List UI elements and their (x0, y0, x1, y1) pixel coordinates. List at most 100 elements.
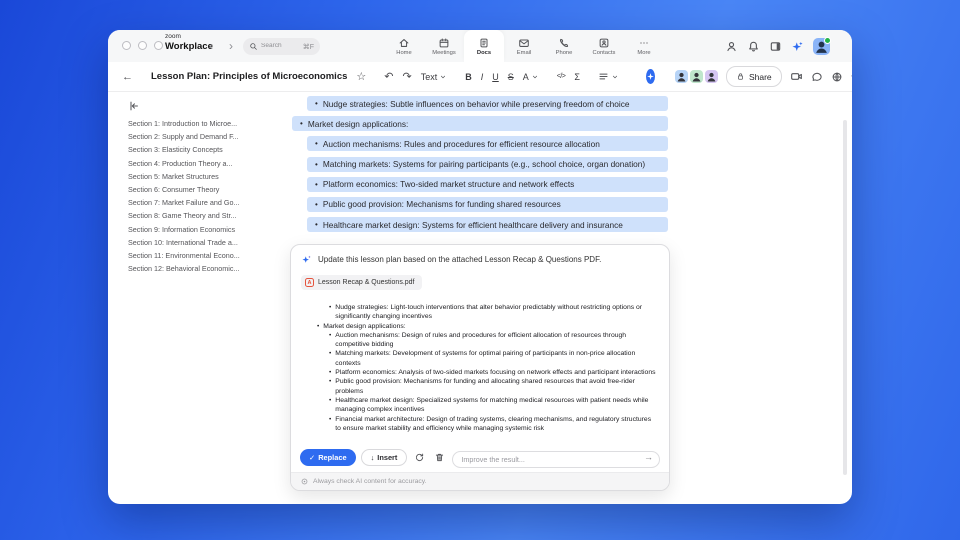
window-minimize-button[interactable] (138, 41, 147, 50)
window-controls (122, 41, 163, 50)
ai-prompt-text: Update this lesson plan based on the att… (318, 255, 602, 264)
outline-section-link[interactable]: Section 6: Consumer Theory (128, 183, 280, 196)
tab-home[interactable]: Home (384, 30, 424, 62)
redo-icon[interactable]: ↷ (402, 70, 411, 83)
ai-companion-button[interactable] (645, 69, 655, 84)
doc-highlight-line[interactable]: Auction mechanisms: Rules and procedures… (307, 136, 668, 152)
formula-button[interactable]: Σ (574, 72, 580, 82)
ai-response-text: Matching markets: Development of systems… (335, 350, 636, 367)
pdf-icon: A (305, 278, 314, 287)
tab-home-label: Home (396, 49, 412, 56)
collapse-sidebar-icon[interactable] (128, 100, 140, 112)
outline-section-link[interactable]: Section 9: Information Economics (128, 223, 280, 236)
tab-email[interactable]: Email (504, 30, 544, 62)
favorite-star-icon[interactable]: ☆ (356, 70, 366, 83)
doc-highlight-line[interactable]: Market design applications: (292, 116, 668, 132)
nav-forward-button[interactable]: › (224, 37, 238, 55)
delete-button[interactable] (432, 450, 447, 465)
undo-icon[interactable]: ↶ (384, 70, 393, 83)
document-toolbar: ← Lesson Plan: Principles of Microeconom… (108, 62, 852, 92)
attachment-name: Lesson Recap & Questions.pdf (318, 279, 415, 286)
refresh-icon (416, 453, 424, 462)
window-close-button[interactable] (122, 41, 131, 50)
chevron-down-icon (612, 75, 618, 78)
send-arrow-icon[interactable]: → (644, 452, 653, 463)
ai-companion-icon[interactable] (791, 40, 804, 53)
doc-highlight-line[interactable]: Public good provision: Mechanisms for fu… (307, 196, 668, 212)
global-search-input[interactable]: Search ⌘F (243, 38, 320, 55)
globe-icon[interactable] (831, 71, 843, 83)
ai-response-text: Platform economics: Analysis of two-side… (335, 369, 656, 377)
collaborator-avatar[interactable] (674, 70, 688, 83)
titlebar-right-icons (725, 30, 831, 62)
align-icon (599, 73, 608, 80)
profile-icon[interactable] (725, 40, 738, 53)
lock-icon (738, 73, 743, 80)
tab-more[interactable]: More (624, 30, 664, 62)
outline-section-link[interactable]: Section 8: Game Theory and Str... (128, 209, 280, 222)
notifications-bell-icon[interactable] (747, 40, 760, 53)
sparkle-icon (647, 73, 654, 80)
tab-docs-label: Docs (476, 49, 492, 56)
doc-highlight-line[interactable]: Nudge strategies: Subtle influences on b… (307, 96, 668, 111)
doc-highlight-line[interactable]: Healthcare market design: Systems for ef… (307, 217, 668, 233)
improve-result-input[interactable] (452, 451, 660, 468)
ai-response: Nudge strategies: Light-touch interventi… (307, 303, 657, 443)
outline-section-link[interactable]: Section 3: Elasticity Concepts (128, 143, 280, 156)
replace-label: Replace (318, 453, 347, 462)
side-panel-icon[interactable] (769, 40, 782, 53)
outline-section-link[interactable]: Section 10: International Trade a... (128, 236, 280, 249)
collaborator-avatar[interactable] (704, 70, 718, 83)
doc-highlight-line[interactable]: Platform economics: Two-sided market str… (307, 176, 668, 192)
regenerate-button[interactable] (412, 450, 427, 465)
email-icon (519, 38, 529, 47)
window-zoom-button[interactable] (154, 41, 163, 50)
insert-label: Insert (377, 453, 398, 462)
toolbar-right-group: Share ⋯ (673, 66, 852, 87)
strikethrough-button[interactable]: S (508, 72, 514, 82)
outline-section-link[interactable]: Section 1: Introduction to Microe... (128, 117, 280, 130)
outline-section-link[interactable]: Section 7: Market Failure and Go... (128, 196, 280, 209)
ai-response-text: Nudge strategies: Light-touch interventi… (335, 304, 643, 321)
search-placeholder: Search (261, 43, 282, 50)
titlebar: zoom Workplace ‹ › Search ⌘F Home Meetin… (108, 30, 852, 62)
text-color-label: A (522, 71, 529, 82)
tab-docs[interactable]: Docs (464, 30, 504, 62)
video-camera-icon[interactable] (790, 70, 803, 83)
nav-back-button[interactable]: ‹ (204, 37, 218, 55)
outline-section-link[interactable]: Section 4: Production Theory a... (128, 157, 280, 170)
text-style-dropdown[interactable]: Text (421, 72, 448, 82)
more-dots-icon (640, 41, 648, 44)
italic-button[interactable]: I (481, 72, 484, 82)
insert-button[interactable]: ↓ Insert (360, 449, 408, 466)
attachment-chip[interactable]: A Lesson Recap & Questions.pdf (301, 275, 422, 290)
bold-button[interactable]: B (465, 72, 472, 82)
replace-button[interactable]: ✓ Replace (300, 449, 356, 466)
ai-response-bullet: Healthcare market design: Specialized sy… (307, 396, 657, 415)
collaborator-avatar[interactable] (689, 70, 703, 83)
code-button[interactable]: </> (557, 73, 566, 80)
share-button[interactable]: Share (725, 66, 782, 87)
phone-icon (560, 38, 569, 47)
text-color-dropdown[interactable]: A (523, 72, 539, 82)
back-button[interactable]: ← (122, 71, 133, 83)
underline-button[interactable]: U (492, 72, 499, 82)
user-avatar[interactable] (813, 36, 831, 55)
tab-contacts[interactable]: Contacts (584, 30, 624, 62)
tab-meetings[interactable]: Meetings (424, 30, 464, 62)
improve-input-wrap: → (452, 449, 660, 468)
chat-bubble-icon[interactable] (811, 71, 823, 83)
more-options-icon[interactable]: ⋯ (851, 71, 852, 82)
home-icon (399, 38, 409, 47)
vertical-scrollbar[interactable] (843, 120, 847, 475)
outline-section-link[interactable]: Section 12: Behavioral Economic... (128, 262, 280, 275)
ai-disclaimer-text: Always check AI content for accuracy. (313, 478, 427, 485)
outline-section-link[interactable]: Section 5: Market Structures (128, 170, 280, 183)
outline-section-link[interactable]: Section 11: Environmental Econo... (128, 249, 280, 262)
contacts-icon (599, 38, 609, 47)
arrow-down-icon: ↓ (370, 453, 375, 462)
tab-phone[interactable]: Phone (544, 30, 584, 62)
outline-section-link[interactable]: Section 2: Supply and Demand F... (128, 130, 280, 143)
doc-highlight-line[interactable]: Matching markets: Systems for pairing pa… (307, 156, 668, 172)
align-dropdown[interactable] (598, 71, 619, 82)
